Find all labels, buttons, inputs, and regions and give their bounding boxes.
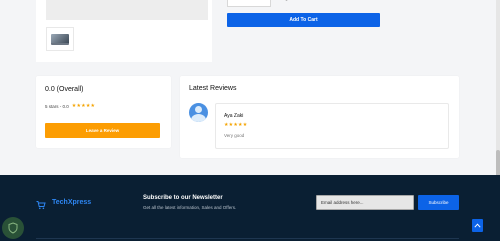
leave-review-button[interactable]: Leave a Review bbox=[45, 123, 160, 138]
newsletter-subtitle: Get all the latest information, Sales an… bbox=[143, 205, 237, 210]
reviews-title: Latest Reviews bbox=[189, 85, 237, 92]
back-to-top-button[interactable] bbox=[472, 219, 483, 232]
laptop-icon bbox=[51, 33, 69, 45]
latest-reviews-card: Latest Reviews Aya Zaki ★★★★★ Very good bbox=[180, 76, 459, 158]
review-text: Very good bbox=[224, 133, 245, 138]
add-to-cart-button[interactable]: Add To Cart bbox=[227, 13, 380, 27]
product-main-image bbox=[46, 0, 208, 20]
stars-summary-text: 5 stars - 0.0 bbox=[45, 103, 69, 109]
site-footer: TechXpress Subscribe to our Newsletter G… bbox=[0, 175, 500, 241]
review-item: Aya Zaki ★★★★★ Very good bbox=[215, 103, 449, 149]
stars-summary: 5 stars - 0.0 ★★★★★ bbox=[45, 103, 95, 109]
security-badge-icon[interactable] bbox=[2, 217, 24, 239]
review-star-icons: ★★★★★ bbox=[224, 122, 248, 128]
footer-brand[interactable]: TechXpress bbox=[36, 197, 92, 210]
chevron-up-icon bbox=[474, 223, 481, 228]
email-input[interactable] bbox=[316, 195, 414, 210]
stock-info-icon: ● · bbox=[285, 0, 292, 3]
subscribe-button[interactable]: Subscribe bbox=[418, 195, 459, 210]
cart-icon bbox=[36, 197, 46, 210]
reviewer-name: Aya Zaki bbox=[224, 113, 244, 119]
newsletter-title: Subscribe to our Newsletter bbox=[143, 195, 223, 201]
quantity-stepper[interactable] bbox=[227, 0, 271, 7]
rating-summary-card: 0.0 (Overall) 5 stars - 0.0 ★★★★★ Leave … bbox=[36, 76, 171, 148]
product-thumbnail[interactable] bbox=[46, 27, 74, 51]
footer-divider bbox=[36, 238, 459, 239]
star-icons: ★★★★★ bbox=[71, 103, 96, 109]
user-avatar-icon bbox=[189, 103, 208, 122]
overall-rating: 0.0 (Overall) bbox=[45, 86, 84, 93]
brand-name: TechXpress bbox=[52, 198, 92, 206]
